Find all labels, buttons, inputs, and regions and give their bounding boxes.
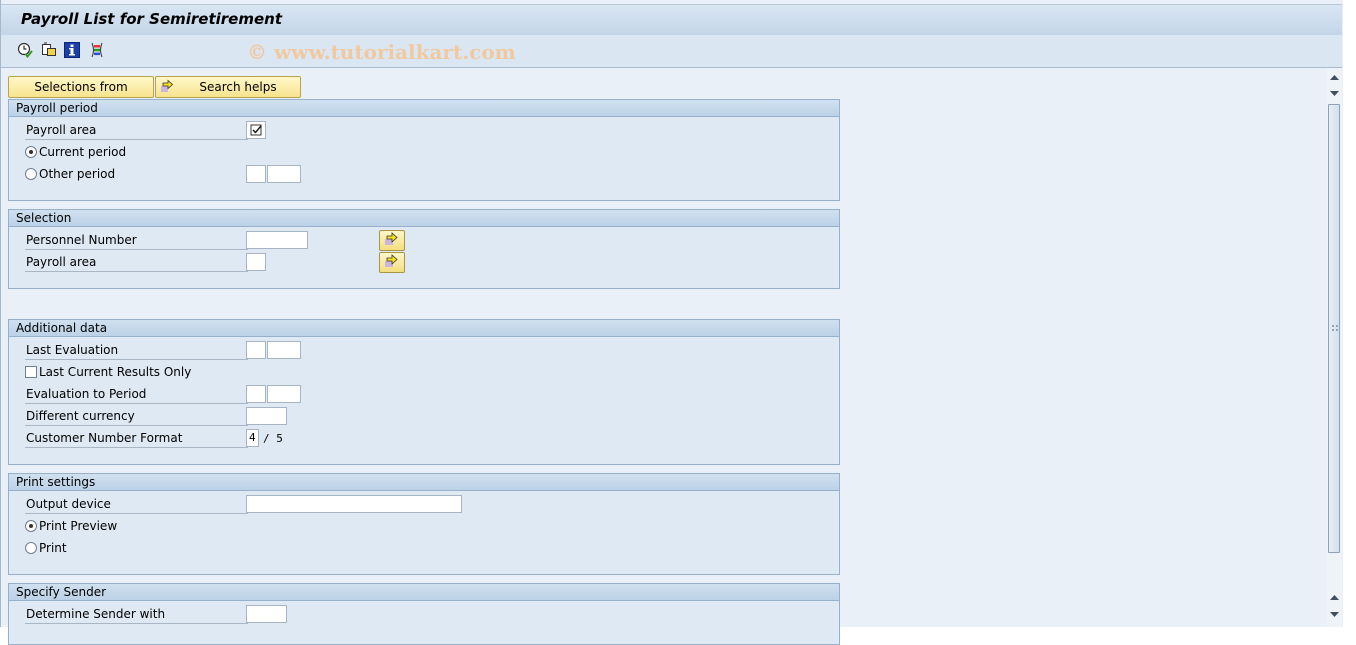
page-title: Payroll List for Semiretirement [21,10,283,28]
page-up-icon[interactable] [1329,592,1340,604]
payroll-area-label: Payroll area [25,122,248,140]
other-period-month-input[interactable] [246,165,266,183]
group-title: Payroll period [9,100,839,117]
get-variant-icon[interactable] [41,42,57,58]
other-period-year-input[interactable] [267,165,301,183]
last-current-results-row[interactable]: Last Current Results Only [25,362,325,382]
determine-sender-row: Determine Sender with [25,604,825,624]
selection-payroll-area-label: Payroll area [25,254,248,272]
different-currency-input[interactable] [246,407,287,425]
evaluation-to-period-month-input[interactable] [246,385,266,403]
output-device-row: Output device [25,494,825,514]
last-evaluation-year-input[interactable] [267,341,301,359]
customer-number-format-input[interactable]: 4 [246,429,259,447]
print-preview-label: Print Preview [39,519,118,533]
page-down-icon[interactable] [1329,608,1340,620]
payroll-area-multiple-selection-button[interactable] [379,252,405,273]
different-currency-row: Different currency [25,406,825,426]
current-period-label: Current period [39,145,127,159]
scroll-down-icon[interactable] [1329,87,1340,99]
group-additional-data: Additional data Last Evaluation Last Cur… [8,319,840,465]
selection-payroll-area-row: Payroll area [25,252,825,273]
watermark: © www.tutorialkart.com [247,40,516,64]
grip-icon [1332,325,1338,331]
arrow-right-icon [385,254,398,267]
other-period-radio[interactable] [25,168,37,180]
group-specify-sender: Specify Sender Determine Sender with [8,583,840,645]
print-row[interactable]: Print [25,538,325,558]
group-payroll-period: Payroll period Payroll area Current peri… [8,99,840,201]
application-toolbar: © www.tutorialkart.com [1,35,1342,68]
last-current-results-label: Last Current Results Only [39,365,192,379]
checkmark-icon [250,124,262,136]
other-period-row: Other period [25,164,825,184]
evaluation-to-period-row: Evaluation to Period [25,384,825,404]
personnel-number-row: Personnel Number [25,230,825,251]
evaluation-to-period-year-input[interactable] [267,385,301,403]
payroll-area-row: Payroll area [25,120,825,140]
personnel-number-multiple-selection-button[interactable] [379,230,405,251]
print-label: Print [39,541,67,555]
arrow-right-icon [385,232,398,245]
group-title: Additional data [9,320,839,337]
other-period-label: Other period [39,167,116,181]
execute-clock-icon[interactable] [17,42,33,59]
selection-options-icon[interactable] [89,42,105,58]
last-evaluation-month-input[interactable] [246,341,266,359]
print-preview-radio[interactable] [25,520,37,532]
information-icon[interactable] [64,42,80,58]
last-current-results-checkbox[interactable] [25,366,37,378]
arrow-right-icon [160,79,174,99]
vertical-scrollbar[interactable] [1327,68,1342,627]
selection-payroll-area-input[interactable] [246,253,266,271]
determine-sender-input[interactable] [246,605,287,623]
print-preview-row[interactable]: Print Preview [25,516,325,536]
print-radio[interactable] [25,542,37,554]
customer-number-format-row: Customer Number Format 4 / 5 [25,428,825,448]
group-print-settings: Print settings Output device Print Previ… [8,473,840,575]
payroll-area-checkbox[interactable] [246,121,266,139]
different-currency-label: Different currency [25,408,248,426]
current-period-radio[interactable] [25,146,37,158]
selections-from-button[interactable]: Selections from [8,76,154,98]
scrollbar-thumb[interactable] [1328,104,1340,553]
output-device-label: Output device [25,496,248,514]
selection-screen: Selections from Search helps Payroll per… [1,68,1327,645]
last-evaluation-label: Last Evaluation [25,342,248,360]
customer-number-format-label: Customer Number Format [25,430,248,448]
current-period-row[interactable]: Current period [25,142,325,162]
group-title: Selection [9,210,839,227]
title-bar: Payroll List for Semiretirement [1,4,1342,36]
customer-number-format-suffix: / 5 [263,432,283,445]
selections-from-label: Selections from [34,80,128,94]
search-helps-button[interactable]: Search helps [155,76,301,98]
personnel-number-input[interactable] [246,231,308,249]
last-evaluation-row: Last Evaluation [25,340,825,360]
group-title: Print settings [9,474,839,491]
output-device-input[interactable] [246,495,462,513]
determine-sender-label: Determine Sender with [25,606,248,624]
scroll-up-icon[interactable] [1329,72,1340,84]
evaluation-to-period-label: Evaluation to Period [25,386,248,404]
sap-window: Payroll List for Semiretirement © www.tu… [0,0,1343,645]
search-helps-label: Search helps [199,80,277,94]
personnel-number-label: Personnel Number [25,232,248,250]
group-selection: Selection Personnel Number Payroll area [8,209,840,289]
group-title: Specify Sender [9,584,839,601]
